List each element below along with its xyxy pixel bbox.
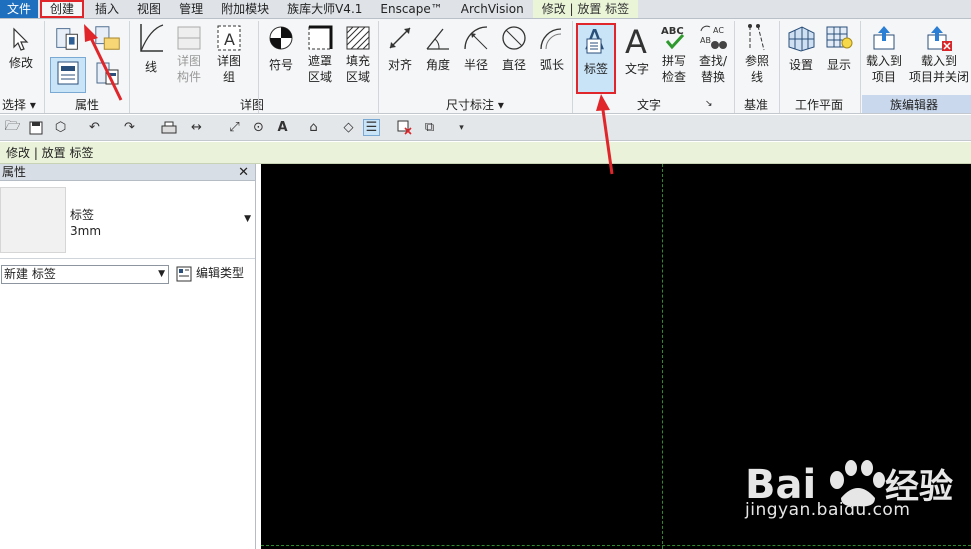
watermark-url: jingyan.baidu.com xyxy=(745,500,911,520)
arrow-to-label-button xyxy=(596,94,614,175)
arrow-to-create-tab xyxy=(84,24,123,101)
